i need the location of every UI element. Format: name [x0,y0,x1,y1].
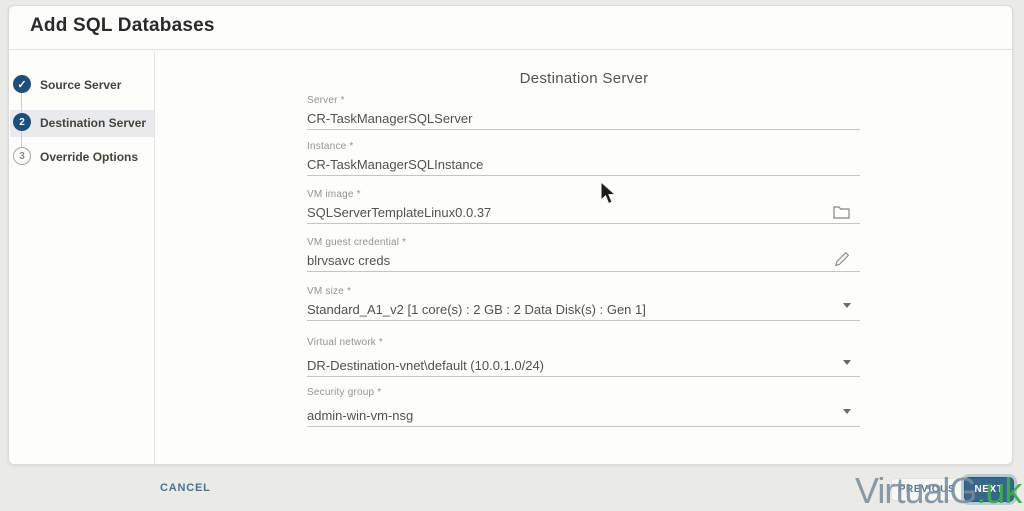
vm-guest-credential-field[interactable]: VM guest credential * blrvsavc creds [307,237,860,272]
chevron-down-icon[interactable] [843,303,851,308]
field-label: VM image * [307,189,361,200]
next-button[interactable]: NEXT [964,477,1014,502]
field-value: DR-Destination-vnet\default (10.0.1.0/24… [307,359,860,377]
sidebar-divider [154,51,155,464]
step-label: Source Server [40,78,122,92]
field-value: Standard_A1_v2 [1 core(s) : 2 GB : 2 Dat… [307,303,860,321]
security-group-field[interactable]: Security group * admin-win-vm-nsg [307,387,860,427]
form-heading: Destination Server [519,70,649,87]
folder-icon[interactable] [833,205,850,222]
field-label: Virtual network * [307,337,384,348]
step-number-circle: 3 [13,147,31,165]
instance-field[interactable]: Instance * CR-TaskManagerSQLInstance [307,141,860,176]
previous-button[interactable]: PREVIOUS [891,478,963,501]
step-label: Destination Server [40,116,147,130]
server-field[interactable]: Server * CR-TaskManagerSQLServer [307,95,860,130]
field-label: Security group * [307,387,382,398]
field-label: VM size * [307,286,352,297]
chevron-down-icon[interactable] [843,360,851,365]
field-value: CR-TaskManagerSQLInstance [307,158,860,176]
step-completed-circle: ✓ [13,75,31,93]
virtual-network-field[interactable]: Virtual network * DR-Destination-vnet\de… [307,337,860,377]
pencil-icon[interactable] [835,251,850,271]
check-icon: ✓ [17,78,27,91]
field-value: blrvsavc creds [307,254,860,272]
field-label: VM guest credential * [307,237,407,248]
field-label: Server * [307,95,345,106]
step-number: 3 [19,150,25,162]
field-value: CR-TaskManagerSQLServer [307,112,860,130]
cancel-button[interactable]: CANCEL [160,482,211,494]
screen: Add SQL Databases ✓ Source Server 2 Dest… [0,0,1024,511]
field-value: SQLServerTemplateLinux0.0.37 [307,206,860,224]
field-value: admin-win-vm-nsg [307,409,860,427]
step-number-circle: 2 [13,113,31,131]
vm-size-field[interactable]: VM size * Standard_A1_v2 [1 core(s) : 2 … [307,286,860,321]
field-label: Instance * [307,141,354,152]
vm-image-field[interactable]: VM image * SQLServerTemplateLinux0.0.37 [307,189,860,224]
dialog-title: Add SQL Databases [30,15,215,36]
step-number: 2 [19,116,25,128]
chevron-down-icon[interactable] [843,409,851,414]
step-label: Override Options [40,150,139,164]
